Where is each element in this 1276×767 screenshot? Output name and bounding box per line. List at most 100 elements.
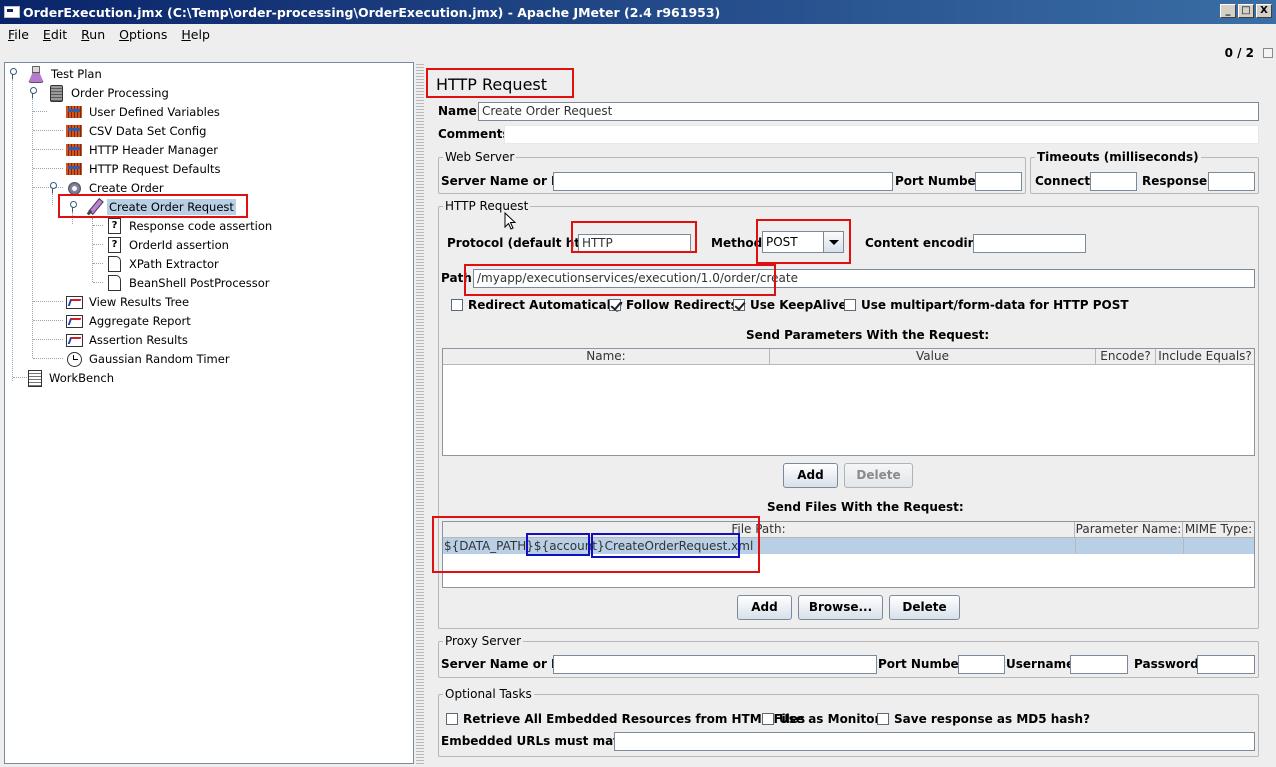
parameters-table-header: Name: Value Encode? Include Equals? xyxy=(443,349,1254,365)
thread-group-icon xyxy=(47,84,65,102)
tree-node-aggregate-report[interactable]: Aggregate Report xyxy=(65,311,193,330)
use-as-monitor-checkbox[interactable]: Use as Monitor xyxy=(762,712,880,726)
tree-node-beanshell-postprocessor[interactable]: BeanShell PostProcessor xyxy=(105,273,271,292)
annotation-highlight-selected-node xyxy=(58,194,248,218)
proxy-username-input[interactable] xyxy=(1070,655,1128,674)
test-plan-tree[interactable]: Test Plan Order Processing User Defined … xyxy=(4,62,414,764)
tree-node-assertion-results[interactable]: Assertion Results xyxy=(65,330,190,349)
col-include-equals[interactable]: Include Equals? xyxy=(1156,349,1254,365)
menu-help[interactable]: Help xyxy=(173,27,216,42)
tree-node-http-header-manager[interactable]: HTTP Header Manager xyxy=(65,140,220,159)
comments-field[interactable] xyxy=(504,125,1259,144)
tree-node-gaussian-random-timer[interactable]: Gaussian Random Timer xyxy=(65,349,232,368)
annotation-highlight-protocol xyxy=(571,221,697,253)
delete-parameter-button[interactable]: Delete xyxy=(844,463,913,488)
mouse-pointer-icon xyxy=(504,212,517,230)
annotation-highlight-title xyxy=(426,68,574,98)
use-keepalive-checkbox[interactable]: Use KeepAlive xyxy=(733,298,847,312)
name-field[interactable]: Create Order Request xyxy=(478,102,1259,121)
add-file-button[interactable]: Add xyxy=(737,595,792,620)
proxy-server-label: Server Name or IP: xyxy=(441,657,570,671)
response-timeout-label: Response: xyxy=(1142,174,1212,188)
tree-node-view-results-tree[interactable]: View Results Tree xyxy=(65,292,191,311)
proxy-port-label: Port Number: xyxy=(878,657,970,671)
tree-toggle-order-processing[interactable] xyxy=(28,87,37,98)
tree-node-response-code-assertion[interactable]: Response code assertion xyxy=(105,216,274,235)
content-encoding-input[interactable] xyxy=(973,234,1086,253)
menu-file[interactable]: File xyxy=(0,27,35,42)
proxy-password-input[interactable] xyxy=(1197,655,1255,674)
tree-node-workbench[interactable]: WorkBench xyxy=(25,368,116,387)
tree-node-orderid-assertion[interactable]: OrderId assertion xyxy=(105,235,231,254)
port-number-input[interactable] xyxy=(975,172,1022,191)
redirect-automatically-checkbox[interactable]: Redirect Automatically xyxy=(451,298,623,312)
checkbox-icon xyxy=(451,299,463,311)
annotation-highlight-method xyxy=(756,219,851,264)
optional-tasks-legend: Optional Tasks xyxy=(445,687,532,701)
window-title-bar: OrderExecution.jmx (C:\Temp\order-proces… xyxy=(0,0,1276,24)
tree-node-http-request-defaults[interactable]: HTTP Request Defaults xyxy=(65,159,222,178)
checkbox-icon xyxy=(762,713,774,725)
content-encoding-label: Content encoding: xyxy=(865,236,990,250)
tree-node-order-processing[interactable]: Order Processing xyxy=(47,83,171,102)
tree-toggle-create-order[interactable] xyxy=(48,182,57,193)
col-encode[interactable]: Encode? xyxy=(1096,349,1156,365)
menu-run[interactable]: Run xyxy=(73,27,111,42)
tree-node-csv-data-set-config[interactable]: CSV Data Set Config xyxy=(65,121,208,140)
server-name-label: Server Name or IP: xyxy=(441,174,570,188)
timer-icon xyxy=(65,350,83,367)
config-element-icon xyxy=(65,103,83,120)
retrieve-embedded-checkbox[interactable]: Retrieve All Embedded Resources from HTM… xyxy=(446,712,805,726)
col-name[interactable]: Name: xyxy=(443,349,770,365)
menu-edit[interactable]: Edit xyxy=(35,27,73,42)
port-number-label: Port Number: xyxy=(895,174,987,188)
post-processor-icon xyxy=(105,255,123,272)
proxy-password-label: Password xyxy=(1134,657,1199,671)
response-timeout-input[interactable] xyxy=(1208,172,1255,191)
embedded-urls-input[interactable] xyxy=(614,732,1255,751)
comments-label: Comments: xyxy=(438,127,515,141)
listener-icon xyxy=(65,312,83,329)
thread-counter: 0 / 2 xyxy=(1224,46,1254,60)
config-element-icon xyxy=(65,122,83,139)
listener-icon xyxy=(65,331,83,348)
tree-node-xpath-extractor[interactable]: XPath Extractor xyxy=(105,254,221,273)
proxy-port-input[interactable] xyxy=(958,655,1005,674)
browse-file-button[interactable]: Browse... xyxy=(798,595,883,620)
jmeter-app-icon xyxy=(4,6,20,18)
annotation-highlight-filename xyxy=(591,533,740,558)
checkmark-icon xyxy=(733,299,745,311)
col-parameter-name[interactable]: Parameter Name: xyxy=(1075,522,1183,538)
col-value[interactable]: Value xyxy=(770,349,1096,365)
tree-node-test-plan[interactable]: Test Plan xyxy=(27,64,104,83)
maximize-button[interactable]: □ xyxy=(1238,4,1254,18)
assertion-icon xyxy=(105,217,123,234)
tree-node-user-defined-variables[interactable]: User Defined Variables xyxy=(65,102,222,121)
follow-redirects-checkbox[interactable]: Follow Redirects xyxy=(609,298,738,312)
embedded-urls-label: Embedded URLs must match: xyxy=(441,734,640,748)
save-md5-checkbox[interactable]: Save response as MD5 hash? xyxy=(877,712,1090,726)
web-server-legend: Web Server xyxy=(445,150,515,164)
proxy-username-label: Username xyxy=(1006,657,1075,671)
parameters-table[interactable]: Name: Value Encode? Include Equals? xyxy=(442,348,1255,456)
col-mime-type[interactable]: MIME Type: xyxy=(1183,522,1254,538)
config-element-icon xyxy=(65,160,83,177)
connect-timeout-input[interactable] xyxy=(1090,172,1137,191)
send-files-title: Send Files With the Request: xyxy=(767,500,964,514)
proxy-server-input[interactable] xyxy=(553,655,877,674)
status-indicator-icon xyxy=(1263,48,1273,58)
use-multipart-checkbox[interactable]: Use multipart/form-data for HTTP POST xyxy=(844,298,1129,312)
minimize-button[interactable]: _ xyxy=(1220,4,1236,18)
split-pane-divider[interactable] xyxy=(416,62,424,764)
server-name-input[interactable] xyxy=(553,172,893,191)
menu-options[interactable]: Options xyxy=(111,27,173,42)
flask-icon xyxy=(27,65,45,82)
annotation-highlight-account xyxy=(526,533,590,556)
post-processor-icon xyxy=(105,274,123,291)
add-parameter-button[interactable]: Add xyxy=(783,463,838,488)
tree-toggle-test-plan[interactable] xyxy=(8,68,17,79)
delete-file-button[interactable]: Delete xyxy=(889,595,960,620)
window-title: OrderExecution.jmx (C:\Temp\order-proces… xyxy=(23,4,721,20)
send-parameters-title: Send Parameters With the Request: xyxy=(746,328,990,342)
close-button[interactable]: X xyxy=(1256,4,1272,18)
